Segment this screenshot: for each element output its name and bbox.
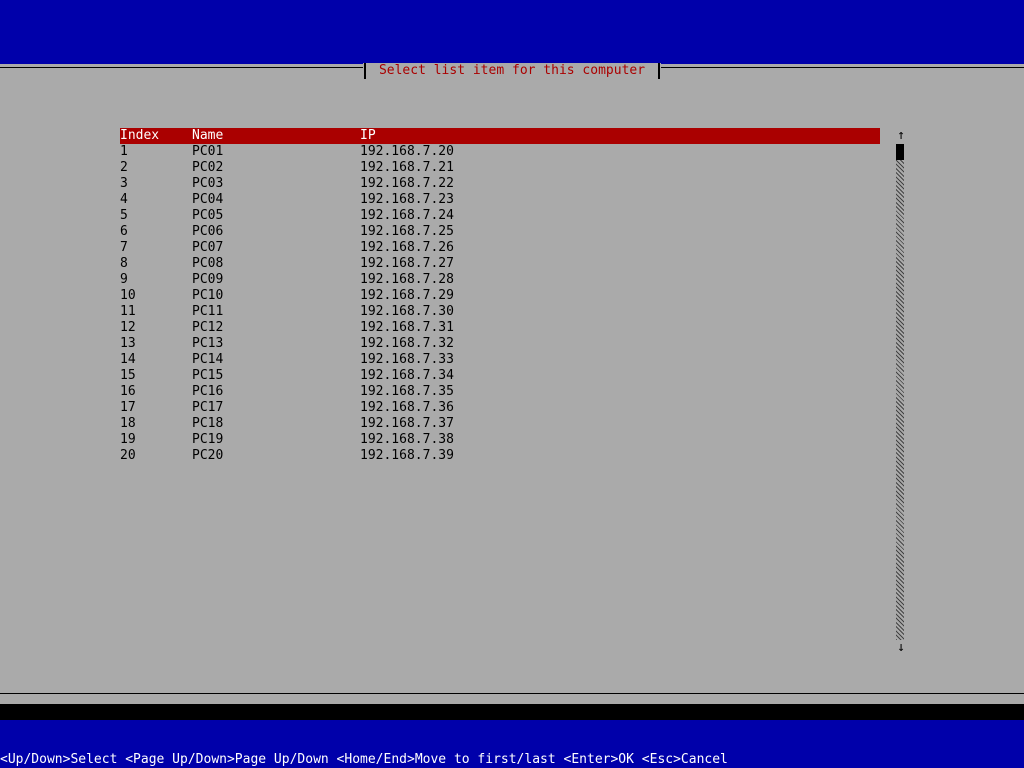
table-row[interactable]: 9 PC09 192.168.7.28 <box>120 272 880 288</box>
table-row[interactable]: 7 PC07 192.168.7.26 <box>120 240 880 256</box>
cell-index: 6 <box>120 224 128 239</box>
cell-index: 13 <box>120 336 136 351</box>
cell-ip: 192.168.7.32 <box>360 336 454 351</box>
cell-name: PC01 <box>192 144 224 159</box>
cell-ip: 192.168.7.24 <box>360 208 454 223</box>
table-row[interactable]: 2 PC02 192.168.7.21 <box>120 160 880 176</box>
table-row[interactable]: 12 PC12 192.168.7.31 <box>120 320 880 336</box>
cell-name: PC09 <box>192 272 224 287</box>
scroll-down-arrow-icon[interactable]: ↓ <box>896 640 906 656</box>
computer-list[interactable]: Index Name IP 1 PC01 192.168.7.20 2 PC02 192.… <box>120 128 880 464</box>
scroll-up-arrow-icon[interactable]: ↑ <box>896 128 906 144</box>
cell-ip: 192.168.7.28 <box>360 272 454 287</box>
cell-index: 11 <box>120 304 136 319</box>
cell-name: PC10 <box>192 288 224 303</box>
cell-name: PC06 <box>192 224 224 239</box>
cell-index: 3 <box>120 176 128 191</box>
cell-ip: 192.168.7.31 <box>360 320 454 335</box>
cell-name: PC02 <box>192 160 224 175</box>
cell-index: 14 <box>120 352 136 367</box>
cell-name: PC11 <box>192 304 224 319</box>
cell-index: 20 <box>120 448 136 463</box>
table-row[interactable]: 5 PC05 192.168.7.24 <box>120 208 880 224</box>
table-row[interactable]: 16 PC16 192.168.7.35 <box>120 384 880 400</box>
cell-index: 10 <box>120 288 136 303</box>
table-row[interactable]: 14 PC14 192.168.7.33 <box>120 352 880 368</box>
dialog-title: Select list item for this computer <box>378 63 646 78</box>
cell-ip: 192.168.7.30 <box>360 304 454 319</box>
cell-ip: 192.168.7.35 <box>360 384 454 399</box>
cell-name: PC12 <box>192 320 224 335</box>
table-row[interactable]: 17 PC17 192.168.7.36 <box>120 400 880 416</box>
cell-ip: 192.168.7.36 <box>360 400 454 415</box>
title-right-bracket <box>658 63 660 79</box>
table-row[interactable]: 15 PC15 192.168.7.34 <box>120 368 880 384</box>
table-row[interactable]: 6 PC06 192.168.7.25 <box>120 224 880 240</box>
table-row[interactable]: 19 PC19 192.168.7.38 <box>120 432 880 448</box>
cell-name: PC19 <box>192 432 224 447</box>
table-row[interactable]: 8 PC08 192.168.7.27 <box>120 256 880 272</box>
cell-index: 15 <box>120 368 136 383</box>
cell-ip: 192.168.7.33 <box>360 352 454 367</box>
scrollbar-track[interactable] <box>896 144 904 640</box>
cell-index: 8 <box>120 256 128 271</box>
cell-index: 1 <box>120 144 128 159</box>
cell-index: 9 <box>120 272 128 287</box>
table-row[interactable]: 4 PC04 192.168.7.23 <box>120 192 880 208</box>
column-header-name: Name <box>192 128 224 143</box>
cell-index: 17 <box>120 400 136 415</box>
table-row[interactable]: 20 PC20 192.168.7.39 <box>120 448 880 464</box>
cell-name: PC03 <box>192 176 224 191</box>
dialog-title-box: Select list item for this computer <box>363 63 661 79</box>
cell-name: PC16 <box>192 384 224 399</box>
cell-ip: 192.168.7.37 <box>360 416 454 431</box>
cell-name: PC15 <box>192 368 224 383</box>
cell-index: 16 <box>120 384 136 399</box>
cell-name: PC05 <box>192 208 224 223</box>
table-row[interactable]: 13 PC13 192.168.7.32 <box>120 336 880 352</box>
cell-index: 4 <box>120 192 128 207</box>
cell-ip: 192.168.7.21 <box>360 160 454 175</box>
column-header-ip: IP <box>360 128 376 143</box>
cell-ip: 192.168.7.26 <box>360 240 454 255</box>
table-row[interactable]: 11 PC11 192.168.7.30 <box>120 304 880 320</box>
cell-ip: 192.168.7.23 <box>360 192 454 207</box>
cell-index: 7 <box>120 240 128 255</box>
cell-name: PC13 <box>192 336 224 351</box>
table-row[interactable]: 18 PC18 192.168.7.37 <box>120 416 880 432</box>
separator-strip <box>0 704 1024 720</box>
cell-ip: 192.168.7.39 <box>360 448 454 463</box>
cell-name: PC20 <box>192 448 224 463</box>
cell-index: 12 <box>120 320 136 335</box>
cell-ip: 192.168.7.38 <box>360 432 454 447</box>
table-row[interactable]: 1 PC01 192.168.7.20 <box>120 144 880 160</box>
cell-name: PC08 <box>192 256 224 271</box>
table-row[interactable]: 3 PC03 192.168.7.22 <box>120 176 880 192</box>
table-row[interactable]: 10 PC10 192.168.7.29 <box>120 288 880 304</box>
cell-ip: 192.168.7.22 <box>360 176 454 191</box>
cell-name: PC04 <box>192 192 224 207</box>
cell-name: PC07 <box>192 240 224 255</box>
cell-name: PC14 <box>192 352 224 367</box>
list-header-row[interactable]: Index Name IP <box>120 128 880 144</box>
cell-index: 5 <box>120 208 128 223</box>
cell-index: 18 <box>120 416 136 431</box>
column-header-index: Index <box>120 128 160 144</box>
cell-name: PC17 <box>192 400 224 415</box>
cell-ip: 192.168.7.29 <box>360 288 454 303</box>
cell-ip: 192.168.7.25 <box>360 224 454 239</box>
cell-ip: 192.168.7.34 <box>360 368 454 383</box>
key-hints-status-bar: <Up/Down>Select <Page Up/Down>Page Up/Do… <box>0 752 728 767</box>
list-scrollbar[interactable]: ↑ ↓ <box>896 128 906 656</box>
cell-index: 2 <box>120 160 128 175</box>
scrollbar-thumb[interactable] <box>896 144 904 160</box>
cell-index: 19 <box>120 432 136 447</box>
dialog-bottom-border <box>0 693 1024 694</box>
cell-ip: 192.168.7.27 <box>360 256 454 271</box>
cell-name: PC18 <box>192 416 224 431</box>
cell-ip: 192.168.7.20 <box>360 144 454 159</box>
